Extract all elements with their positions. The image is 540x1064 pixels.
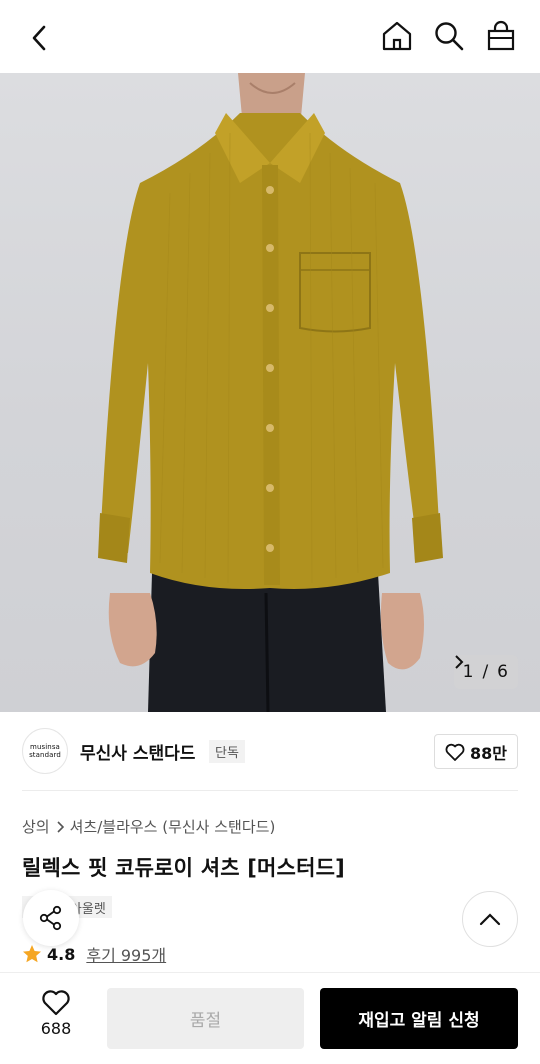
bottom-action-bar: 688 품절 재입고 알림 신청 — [0, 972, 540, 1064]
image-pager[interactable]: 1 / 6 — [453, 655, 518, 689]
wishlist-button[interactable]: 688 — [28, 989, 84, 1038]
scroll-top-button[interactable] — [462, 891, 518, 947]
chevron-right-icon — [454, 655, 464, 669]
product-image-gallery[interactable]: 1 / 6 — [0, 73, 540, 712]
share-button[interactable] — [23, 890, 79, 946]
home-icon — [382, 21, 412, 51]
brand-logo[interactable]: musinsa standard — [22, 728, 68, 774]
search-button[interactable] — [432, 18, 466, 54]
brand-logo-line1: musinsa — [30, 743, 60, 751]
chevron-up-icon — [479, 913, 501, 926]
wishlist-count: 688 — [40, 1019, 72, 1038]
pager-current: 1 — [462, 662, 474, 682]
home-button[interactable] — [380, 18, 414, 54]
chevron-right-icon — [57, 820, 64, 833]
breadcrumb: 상의 셔츠/블라우스 (무신사 스탠다드) — [22, 816, 275, 837]
exclusive-badge: 단독 — [209, 740, 245, 763]
heart-icon — [445, 743, 465, 761]
breadcrumb-item[interactable]: 셔츠/블라우스 (무신사 스탠다드) — [70, 816, 276, 837]
rating-score: 4.8 — [47, 944, 76, 964]
brand-name[interactable]: 무신사 스탠다드 — [80, 739, 195, 764]
top-navigation-bar — [0, 0, 540, 73]
soldout-button[interactable]: 품절 — [107, 988, 304, 1049]
back-button[interactable] — [22, 20, 58, 56]
review-link[interactable]: 후기 995개 — [86, 942, 166, 966]
brand-logo-line2: standard — [29, 751, 61, 759]
breadcrumb-item[interactable]: 상의 — [22, 816, 50, 837]
cart-button[interactable] — [484, 18, 518, 54]
share-icon — [39, 905, 62, 931]
pager-total: 6 — [497, 662, 508, 682]
brand-row: musinsa standard 무신사 스탠다드 단독 88만 — [0, 712, 540, 792]
chevron-left-icon — [32, 25, 46, 51]
heart-icon — [42, 990, 70, 1016]
brand-like-button[interactable]: 88만 — [434, 734, 518, 769]
pager-separator: / — [482, 662, 489, 682]
divider — [22, 790, 518, 791]
rating-row: 4.8 후기 995개 — [22, 942, 166, 966]
search-icon — [435, 22, 464, 51]
star-icon — [23, 945, 41, 963]
restock-alert-button[interactable]: 재입고 알림 신청 — [320, 988, 518, 1049]
product-title: 릴렉스 핏 코듀로이 셔츠 [머스터드] — [22, 856, 345, 880]
shopping-bag-icon — [487, 20, 515, 51]
product-photo — [98, 73, 443, 712]
brand-like-count: 88만 — [470, 743, 507, 763]
